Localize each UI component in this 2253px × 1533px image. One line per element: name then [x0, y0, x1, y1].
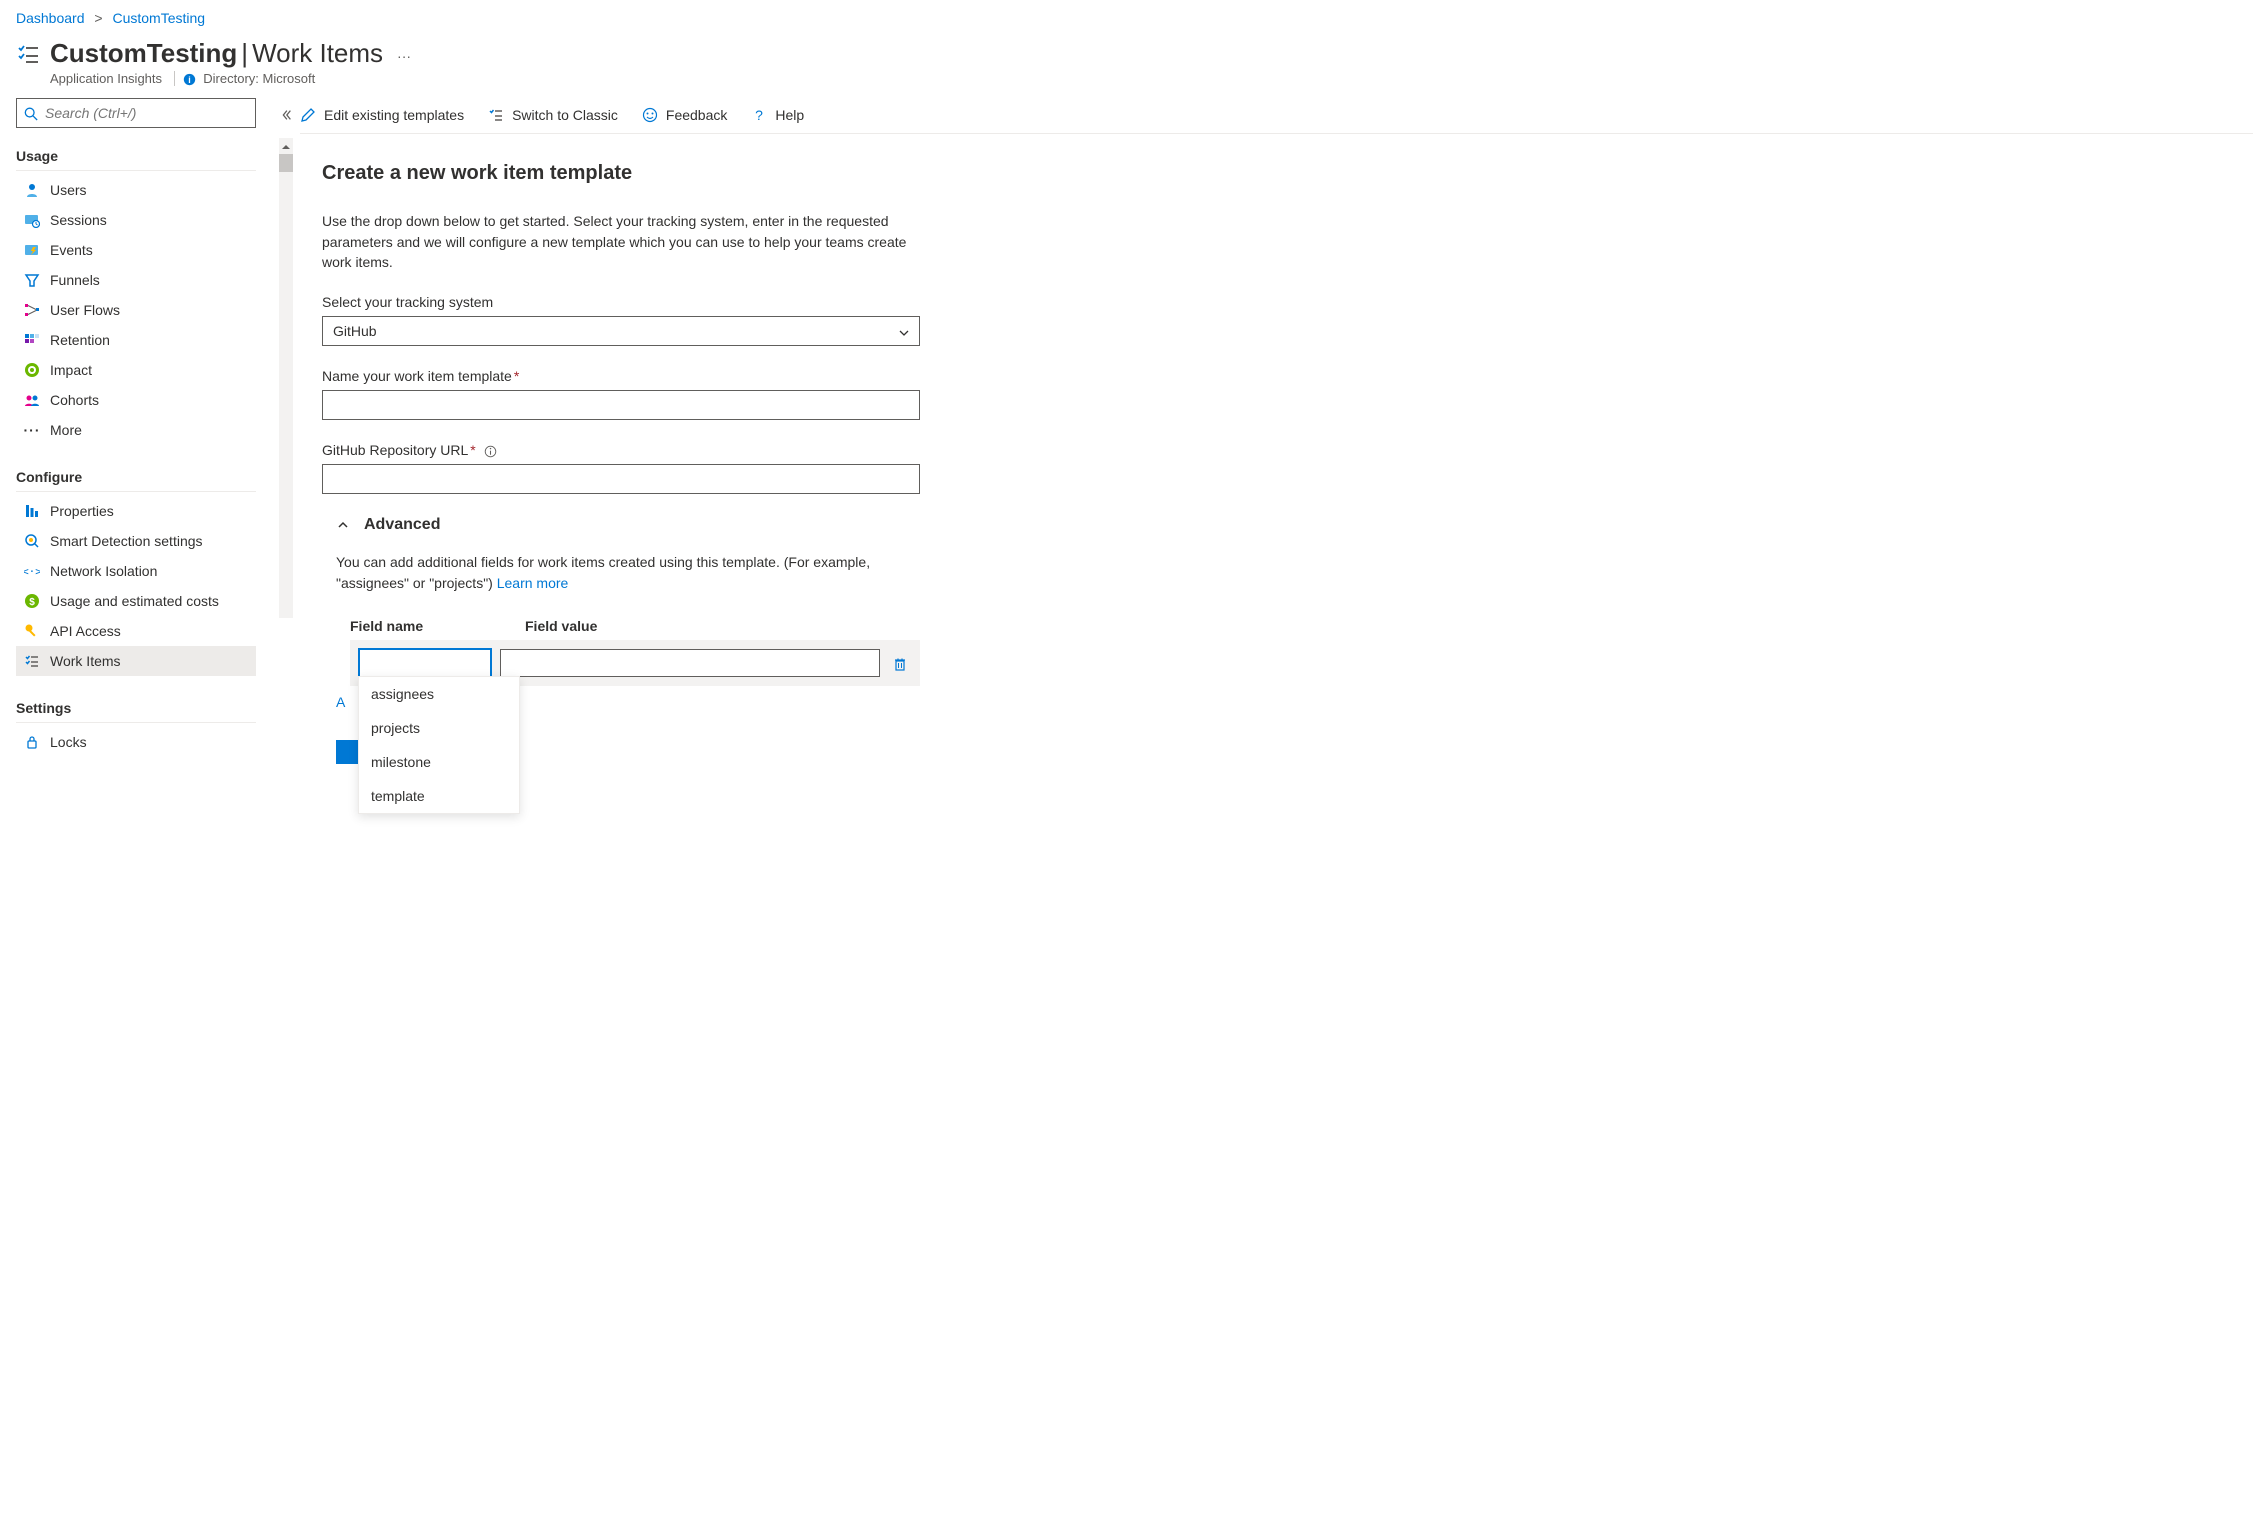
locks-icon [20, 734, 44, 750]
repo-url-label: GitHub Repository URL* [322, 442, 920, 458]
field-name-dropdown: assignees projects milestone template [358, 676, 520, 814]
info-icon[interactable] [484, 442, 497, 458]
more-actions-button[interactable]: ··· [397, 48, 411, 64]
collapse-sidebar-button[interactable] [279, 106, 293, 122]
breadcrumb: Dashboard > CustomTesting [0, 0, 2253, 32]
field-value-header: Field value [525, 618, 920, 634]
scrollbar[interactable] [279, 138, 293, 618]
properties-icon [20, 503, 44, 519]
nav-users[interactable]: Users [16, 175, 256, 205]
nav-events[interactable]: Events [16, 235, 256, 265]
svg-text:<·>: <·> [24, 565, 40, 578]
smart-detection-icon [20, 533, 44, 549]
dropdown-projects[interactable]: projects [359, 711, 519, 745]
api-access-icon [20, 623, 44, 639]
usage-costs-icon: $ [20, 593, 44, 609]
events-icon [20, 242, 44, 258]
user-flows-icon [20, 302, 44, 318]
breadcrumb-separator: > [94, 10, 102, 26]
work-items-icon [16, 42, 40, 66]
nav-work-items[interactable]: Work Items [16, 646, 256, 676]
resource-type: Application Insights [50, 71, 162, 86]
content-heading: Create a new work item template [322, 162, 920, 185]
svg-text:i: i [188, 75, 190, 85]
repo-url-input[interactable] [322, 464, 920, 494]
impact-icon [20, 362, 44, 378]
feedback-icon [642, 106, 658, 123]
tracking-system-select[interactable]: GitHub [322, 316, 920, 346]
switch-icon [488, 106, 504, 123]
sessions-icon [20, 212, 44, 228]
template-name-input[interactable] [322, 390, 920, 420]
nav-more[interactable]: ··· More [16, 415, 256, 445]
nav-smart-detection[interactable]: Smart Detection settings [16, 526, 256, 556]
nav-locks[interactable]: Locks [16, 727, 256, 757]
scroll-thumb[interactable] [279, 154, 293, 172]
directory-label: Directory: Microsoft [203, 71, 315, 86]
section-settings: Settings [16, 692, 256, 723]
info-icon[interactable]: i [183, 71, 200, 86]
section-configure: Configure [16, 461, 256, 492]
field-value-input[interactable] [500, 649, 880, 677]
breadcrumb-current[interactable]: CustomTesting [112, 10, 205, 26]
nav-sessions[interactable]: Sessions [16, 205, 256, 235]
cohorts-icon [20, 392, 44, 408]
content-description: Use the drop down below to get started. … [322, 211, 920, 272]
funnels-icon [20, 272, 44, 288]
nav-network-isolation[interactable]: <·> Network Isolation [16, 556, 256, 586]
edit-templates-button[interactable]: Edit existing templates [300, 106, 464, 123]
nav-retention[interactable]: Retention [16, 325, 256, 355]
sidebar: Usage Users Sessions Events Funnels User… [0, 98, 272, 793]
field-row: assignees projects milestone template [350, 640, 920, 686]
advanced-toggle[interactable]: Advanced [336, 516, 920, 534]
dropdown-template[interactable]: template [359, 779, 519, 813]
more-icon: ··· [20, 422, 44, 438]
page-header: CustomTesting|Work Items Application Ins… [0, 32, 2253, 98]
svg-text:?: ? [755, 107, 763, 123]
nav-cohorts[interactable]: Cohorts [16, 385, 256, 415]
search-input[interactable] [16, 98, 256, 128]
nav-usage-costs[interactable]: $ Usage and estimated costs [16, 586, 256, 616]
nav-api-access[interactable]: API Access [16, 616, 256, 646]
chevron-up-icon [336, 516, 350, 534]
nav-properties[interactable]: Properties [16, 496, 256, 526]
nav-user-flows[interactable]: User Flows [16, 295, 256, 325]
learn-more-link[interactable]: Learn more [497, 575, 569, 591]
scroll-up-arrow[interactable] [279, 143, 293, 151]
breadcrumb-dashboard[interactable]: Dashboard [16, 10, 85, 26]
delete-row-button[interactable] [888, 655, 912, 672]
section-usage: Usage [16, 140, 256, 171]
dropdown-milestone[interactable]: milestone [359, 745, 519, 779]
help-button[interactable]: ? Help [751, 106, 804, 123]
nav-impact[interactable]: Impact [16, 355, 256, 385]
search-icon [24, 105, 38, 121]
svg-text:$: $ [29, 597, 35, 608]
users-icon [20, 182, 44, 198]
dropdown-assignees[interactable]: assignees [359, 677, 519, 711]
work-items-nav-icon [20, 653, 44, 669]
template-name-label: Name your work item template* [322, 368, 920, 384]
feedback-button[interactable]: Feedback [642, 106, 727, 123]
nav-funnels[interactable]: Funnels [16, 265, 256, 295]
field-name-header: Field name [350, 618, 525, 634]
help-icon: ? [751, 106, 767, 123]
retention-icon [20, 332, 44, 348]
advanced-description: You can add additional fields for work i… [336, 552, 920, 594]
network-isolation-icon: <·> [20, 563, 44, 579]
edit-icon [300, 106, 316, 123]
page-title: CustomTesting|Work Items [50, 38, 383, 69]
create-button[interactable] [336, 740, 360, 764]
switch-classic-button[interactable]: Switch to Classic [488, 106, 618, 123]
tracking-system-label: Select your tracking system [322, 294, 920, 310]
field-name-input[interactable] [358, 648, 492, 678]
toolbar: Edit existing templates Switch to Classi… [300, 98, 2253, 134]
